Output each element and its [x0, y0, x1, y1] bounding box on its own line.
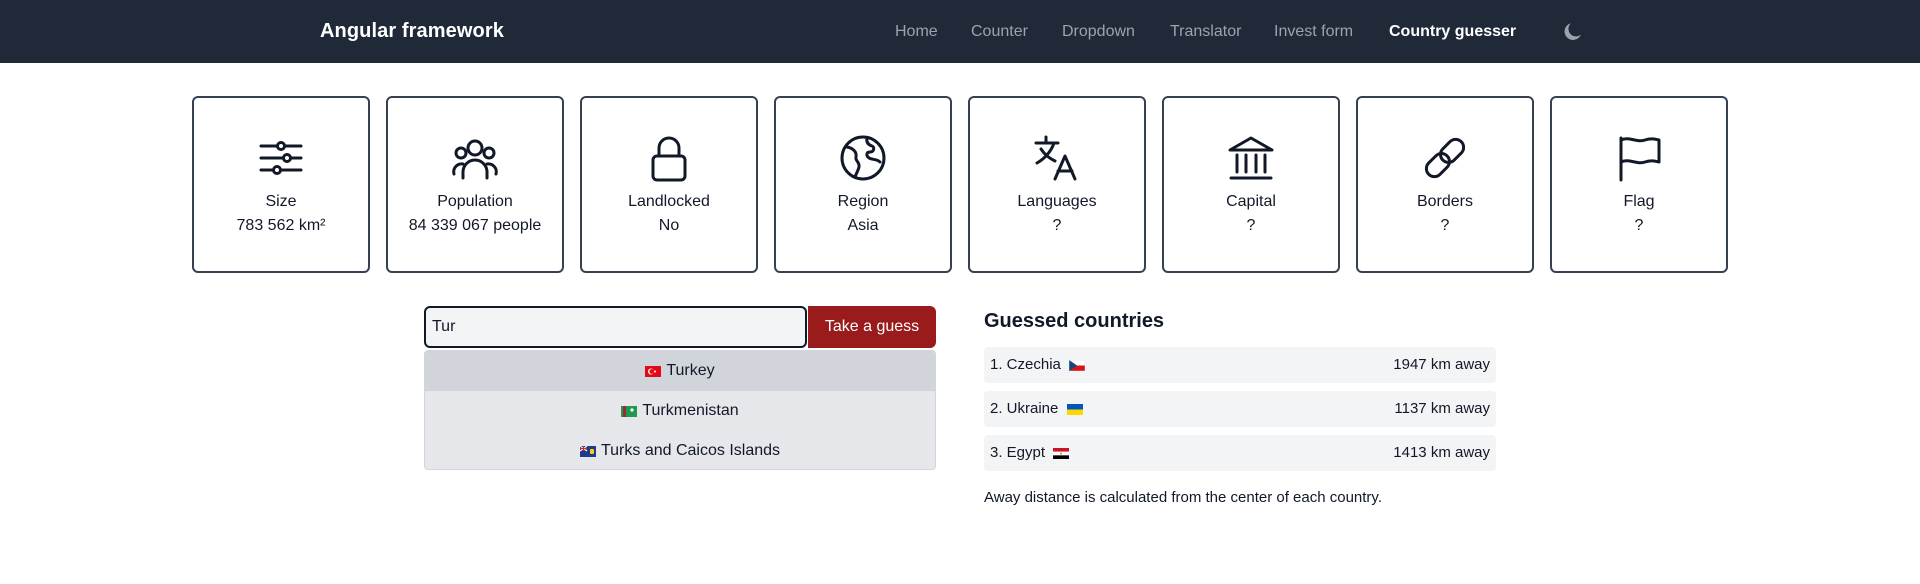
guessed-country-distance: 1413 km away [1393, 444, 1490, 461]
moon-icon[interactable] [1561, 20, 1585, 44]
hint-label: Languages [1017, 193, 1097, 210]
suggestion-item[interactable]: Turkey [425, 351, 935, 391]
hint-value: ? [1052, 217, 1062, 234]
guessed-country-label: 3. Egypt [990, 444, 1046, 461]
link-icon [1424, 137, 1466, 179]
hint-value: ? [1246, 217, 1256, 234]
bank-icon [1228, 136, 1274, 180]
users-icon [452, 139, 498, 180]
take-guess-button[interactable]: Take a guess [808, 306, 936, 348]
guessed-country-label: 1. Czechia [990, 356, 1061, 373]
egypt-flag-icon [1053, 447, 1070, 459]
flag-icon [1619, 136, 1661, 182]
turkmenistan-flag-icon [621, 405, 638, 417]
guessed-country-name: 2. Ukraine [990, 400, 1083, 417]
lock-icon [651, 136, 687, 182]
sliders-icon [259, 141, 303, 175]
hint-label: Flag [1623, 193, 1655, 210]
hint-value: ? [1634, 217, 1644, 234]
hint-card-population: Population 84 339 067 people [386, 96, 564, 273]
guessed-countries-title: Guessed countries [984, 310, 1165, 332]
guessed-country-row: 3. Egypt 1413 km away [984, 435, 1496, 471]
nav-link-counter[interactable]: Counter [971, 23, 1028, 41]
autocomplete-dropdown: Turkey Turkmenistan Turks and Caicos Isl… [424, 350, 936, 470]
distance-footnote: Away distance is calculated from the cen… [984, 489, 1382, 506]
guessed-country-row: 1. Czechia 1947 km away [984, 347, 1496, 383]
hint-value: 783 562 km² [236, 217, 326, 234]
hint-card-capital: Capital ? [1162, 96, 1340, 273]
turkey-flag-icon [645, 365, 662, 377]
guessed-country-distance: 1947 km away [1393, 356, 1490, 373]
nav-link-home[interactable]: Home [895, 23, 938, 41]
hint-label: Size [265, 193, 297, 210]
hint-value: Asia [847, 217, 879, 234]
hint-card-landlocked: Landlocked No [580, 96, 758, 273]
globe-icon [840, 135, 886, 181]
suggestion-label: Turkmenistan [642, 402, 739, 419]
suggestion-label: Turks and Caicos Islands [600, 442, 781, 459]
guessed-country-label: 2. Ukraine [990, 400, 1059, 417]
country-guess-input[interactable] [424, 306, 807, 348]
hint-card-region: Region Asia [774, 96, 952, 273]
nav-link-invest-form[interactable]: Invest form [1274, 23, 1353, 41]
suggestion-label: Turkey [666, 362, 715, 379]
hint-card-languages: Languages ? [968, 96, 1146, 273]
hint-value: 84 339 067 people [408, 217, 542, 234]
guessed-country-row: 2. Ukraine 1137 km away [984, 391, 1496, 427]
nav-link-translator[interactable]: Translator [1170, 23, 1241, 41]
hint-label: Population [437, 193, 513, 210]
suggestion-item[interactable]: Turks and Caicos Islands [425, 431, 935, 469]
translate-icon [1034, 135, 1077, 181]
hint-label: Borders [1416, 193, 1474, 210]
hint-card-size: Size 783 562 km² [192, 96, 370, 273]
hint-card-flag: Flag ? [1550, 96, 1728, 273]
hint-label: Capital [1226, 193, 1276, 210]
hint-label: Region [837, 193, 889, 210]
hint-label: Landlocked [628, 193, 710, 210]
turks-caicos-flag-icon [579, 445, 596, 457]
guessed-country-name: 3. Egypt [990, 444, 1070, 461]
nav-link-dropdown[interactable]: Dropdown [1062, 23, 1135, 41]
hint-value: ? [1440, 217, 1450, 234]
hint-card-borders: Borders ? [1356, 96, 1534, 273]
hint-value: No [658, 217, 680, 234]
navbar: Angular framework Home Counter Dropdown … [0, 0, 1920, 63]
guessed-country-name: 1. Czechia [990, 356, 1086, 373]
brand-logo-link[interactable]: Angular framework [320, 20, 504, 43]
nav-link-country-guesser[interactable]: Country guesser [1389, 23, 1516, 41]
suggestion-item[interactable]: Turkmenistan [425, 391, 935, 431]
ukraine-flag-icon [1066, 403, 1083, 415]
guessed-country-distance: 1137 km away [1394, 400, 1490, 417]
czechia-flag-icon [1069, 359, 1086, 371]
